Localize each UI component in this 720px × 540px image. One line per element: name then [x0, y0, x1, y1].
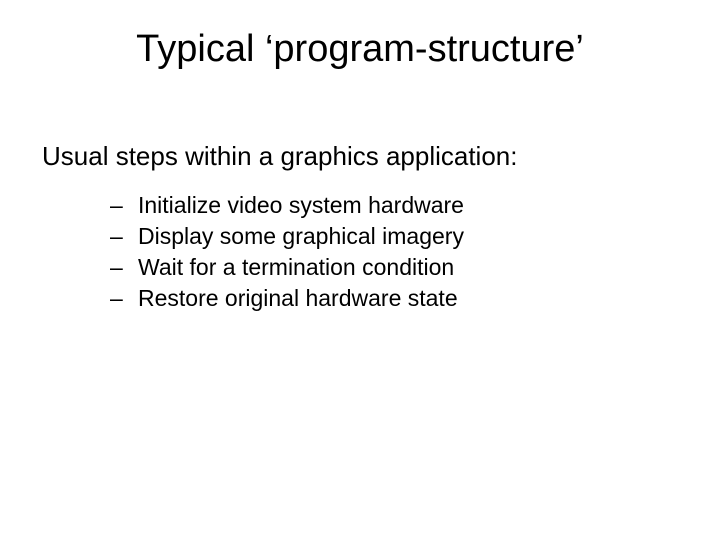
- slide-container: Typical ‘program-structure’ Usual steps …: [0, 0, 720, 540]
- list-item: – Initialize video system hardware: [110, 190, 680, 221]
- dash-icon: –: [110, 283, 124, 314]
- slide-subtitle: Usual steps within a graphics applicatio…: [42, 141, 680, 172]
- bullet-text: Restore original hardware state: [138, 283, 458, 314]
- list-item: – Display some graphical imagery: [110, 221, 680, 252]
- dash-icon: –: [110, 221, 124, 252]
- bullet-list: – Initialize video system hardware – Dis…: [110, 190, 680, 314]
- slide-title: Typical ‘program-structure’: [40, 28, 680, 71]
- bullet-text: Initialize video system hardware: [138, 190, 464, 221]
- list-item: – Restore original hardware state: [110, 283, 680, 314]
- dash-icon: –: [110, 190, 124, 221]
- list-item: – Wait for a termination condition: [110, 252, 680, 283]
- bullet-text: Wait for a termination condition: [138, 252, 454, 283]
- bullet-text: Display some graphical imagery: [138, 221, 464, 252]
- dash-icon: –: [110, 252, 124, 283]
